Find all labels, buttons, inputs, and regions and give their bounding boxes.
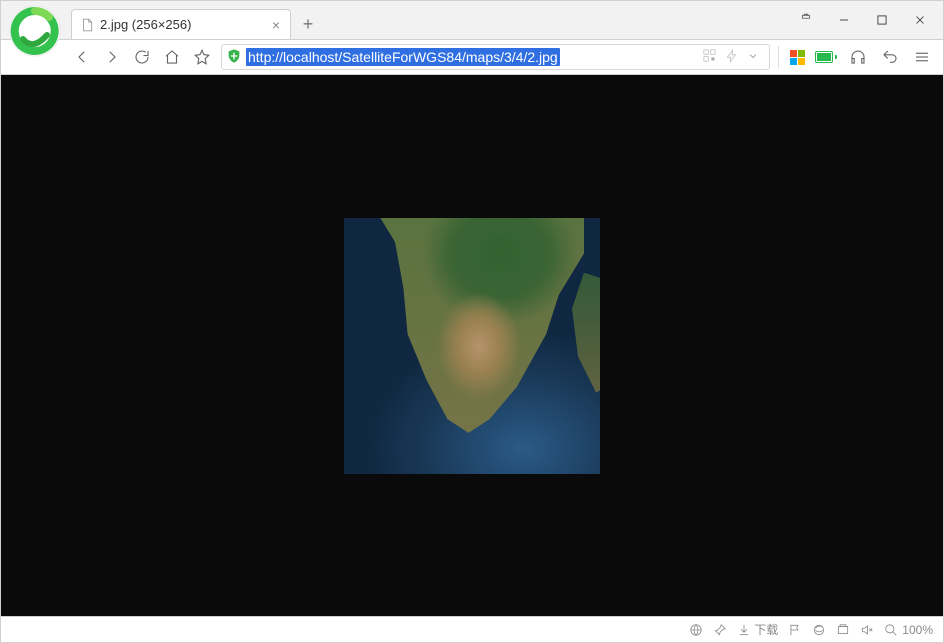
- mute-icon[interactable]: [860, 623, 874, 637]
- chevron-down-icon[interactable]: [747, 50, 759, 65]
- globe-icon[interactable]: [689, 623, 703, 637]
- tab-title: 2.jpg (256×256): [100, 17, 264, 32]
- status-bar: 下载 100%: [1, 616, 943, 642]
- window-controls: [789, 1, 943, 39]
- maximize-button[interactable]: [865, 6, 899, 34]
- new-tab-button[interactable]: +: [291, 9, 325, 39]
- back-button[interactable]: [71, 46, 93, 68]
- ie-compat-icon[interactable]: [812, 623, 826, 637]
- toolbar: http://localhost/SatelliteForWGS84/maps/…: [1, 39, 943, 75]
- close-window-button[interactable]: [903, 6, 937, 34]
- url-text[interactable]: http://localhost/SatelliteForWGS84/maps/…: [246, 48, 560, 66]
- download-button[interactable]: 下载: [737, 621, 778, 638]
- minimize-button[interactable]: [827, 6, 861, 34]
- qr-icon[interactable]: [702, 48, 717, 66]
- forward-button[interactable]: [101, 46, 123, 68]
- undo-icon[interactable]: [879, 46, 901, 68]
- home-button[interactable]: [161, 46, 183, 68]
- favorite-button[interactable]: [191, 46, 213, 68]
- reload-button[interactable]: [131, 46, 153, 68]
- browser-tab[interactable]: 2.jpg (256×256) ×: [71, 9, 291, 39]
- extension-icons: [787, 46, 935, 68]
- browser-logo[interactable]: [1, 1, 71, 75]
- zoom-control[interactable]: 100%: [884, 623, 933, 637]
- battery-icon[interactable]: [815, 50, 837, 64]
- zoom-value: 100%: [902, 623, 933, 637]
- microsoft-icon[interactable]: [789, 49, 805, 65]
- menu-button[interactable]: [911, 46, 933, 68]
- wardrobe-icon[interactable]: [789, 6, 823, 34]
- screenshot-icon[interactable]: [836, 623, 850, 637]
- content-viewport: [1, 75, 943, 616]
- title-bar: 2.jpg (256×256) × +: [1, 1, 943, 39]
- pin-icon[interactable]: [713, 623, 727, 637]
- address-bar[interactable]: http://localhost/SatelliteForWGS84/maps/…: [221, 44, 770, 70]
- close-tab-button[interactable]: ×: [270, 17, 282, 33]
- shield-icon: [226, 48, 242, 67]
- image-tile[interactable]: [344, 218, 600, 474]
- separator: [778, 46, 779, 68]
- download-label: 下载: [754, 621, 778, 638]
- flag-icon[interactable]: [788, 623, 802, 637]
- headphones-icon[interactable]: [847, 46, 869, 68]
- file-icon: [80, 18, 94, 32]
- lightning-icon[interactable]: [725, 49, 739, 66]
